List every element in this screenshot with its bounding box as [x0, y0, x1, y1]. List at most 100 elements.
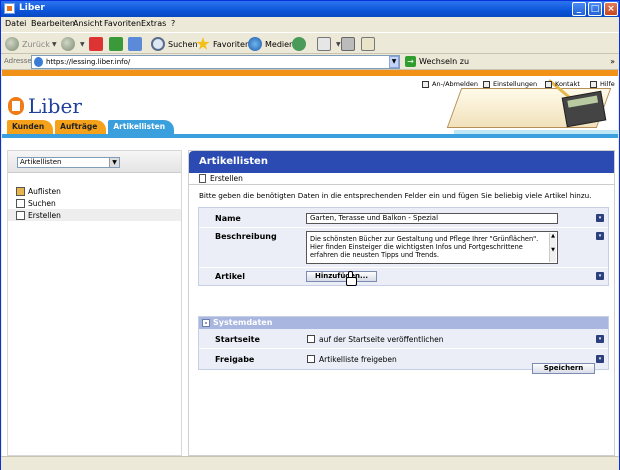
- startseite-row: Startseite auf der Startseite veröffentl…: [199, 329, 608, 349]
- calculator-image: [561, 90, 607, 128]
- close-button[interactable]: ×: [604, 2, 618, 16]
- address-url: https://lessing.liber.info/: [46, 58, 131, 66]
- mail-button[interactable]: ▼: [317, 36, 341, 52]
- tab-auftraege[interactable]: Aufträge: [55, 120, 107, 134]
- new-doc-icon: [199, 174, 206, 183]
- links-chevron[interactable]: »: [610, 57, 615, 66]
- menu-help[interactable]: ?: [171, 19, 175, 28]
- forward-arrow-icon: [61, 37, 75, 51]
- tab-underline: [2, 134, 618, 138]
- freigabe-label: Freigabe: [215, 355, 255, 364]
- contact-link[interactable]: Kontakt: [545, 80, 580, 88]
- sidebar-item-auflisten[interactable]: Auflisten: [16, 185, 61, 197]
- description-label: Beschreibung: [215, 232, 277, 241]
- name-input[interactable]: Garten, Terasse und Balkon - Spezial: [306, 213, 558, 224]
- media-button[interactable]: Medien: [248, 36, 294, 52]
- status-bar: [1, 456, 619, 470]
- history-button[interactable]: [292, 36, 309, 52]
- app-icon: [4, 3, 15, 14]
- chevron-down-icon: ▼: [109, 158, 119, 167]
- articles-label: Artikel: [215, 272, 245, 281]
- articles-row: Artikel Hinzufügen... ▾: [199, 268, 608, 286]
- search-doc-icon: [16, 198, 25, 208]
- subnav-erstellen[interactable]: Erstellen: [189, 173, 614, 185]
- address-bar: Adresse https://lessing.liber.info/ ▼ → …: [1, 54, 619, 70]
- textarea-scrollbar[interactable]: ▲ ▼: [549, 233, 556, 262]
- freigabe-checkbox[interactable]: [307, 355, 315, 363]
- new-doc-icon: [16, 210, 25, 220]
- search-button[interactable]: Suchen: [151, 36, 198, 52]
- list-icon: [16, 186, 25, 196]
- section-title: Systemdaten: [213, 318, 273, 327]
- help-link[interactable]: Hilfe: [590, 80, 615, 88]
- mail-icon: [317, 37, 331, 51]
- expand-icon[interactable]: ▾: [596, 232, 604, 240]
- menu-edit[interactable]: Bearbeiten: [31, 19, 75, 28]
- tab-artikellisten[interactable]: Artikellisten: [108, 120, 175, 134]
- menu-file[interactable]: Datei: [5, 19, 26, 28]
- go-arrow-icon: →: [405, 56, 416, 67]
- refresh-button[interactable]: [109, 36, 126, 52]
- collapse-icon[interactable]: -: [202, 319, 210, 327]
- window-title: Liber: [19, 3, 45, 13]
- back-button[interactable]: Zurück ▼: [5, 36, 57, 52]
- key-icon: [422, 80, 429, 88]
- settings-link[interactable]: Einstellungen: [483, 80, 537, 88]
- ie-page-icon: [34, 57, 43, 67]
- intro-text: Bitte geben die benötigten Daten in die …: [199, 191, 592, 200]
- tab-kunden[interactable]: Kunden: [7, 120, 54, 134]
- address-input[interactable]: https://lessing.liber.info/: [31, 55, 400, 69]
- minimize-button[interactable]: _: [572, 2, 586, 16]
- name-label: Name: [215, 214, 241, 223]
- history-icon: [292, 37, 306, 51]
- save-button[interactable]: Speichern: [532, 363, 595, 374]
- header-stripe: [2, 70, 618, 76]
- menu-view[interactable]: Ansicht: [73, 19, 103, 28]
- back-arrow-icon: [5, 37, 19, 51]
- expand-icon[interactable]: ▾: [596, 214, 604, 222]
- description-row: Beschreibung Die schönsten Bücher zur Ge…: [199, 228, 608, 268]
- menu-tools[interactable]: Extras: [141, 19, 166, 28]
- expand-icon[interactable]: ▾: [596, 355, 604, 363]
- search-icon: [151, 37, 165, 51]
- print-button[interactable]: [341, 36, 358, 52]
- hand-cursor-icon: [346, 271, 357, 286]
- web-page: An-/Abmelden Einstellungen Kontakt Hilfe…: [2, 70, 618, 456]
- sidebar-item-suchen[interactable]: Suchen: [16, 197, 56, 209]
- maximize-button[interactable]: □: [588, 2, 602, 16]
- help-icon: [590, 80, 597, 88]
- stop-button[interactable]: [89, 36, 106, 52]
- expand-icon[interactable]: ▾: [596, 272, 604, 280]
- forward-button[interactable]: ▼: [61, 36, 85, 52]
- expand-icon[interactable]: ▾: [596, 335, 604, 343]
- address-dropdown[interactable]: ▼: [389, 56, 399, 68]
- add-article-button[interactable]: Hinzufügen...: [306, 271, 377, 282]
- star-icon: [196, 37, 210, 50]
- name-row: Name Garten, Terasse und Balkon - Spezia…: [199, 208, 608, 228]
- sidebar-item-erstellen[interactable]: Erstellen: [8, 209, 181, 221]
- article-list-form: Name Garten, Terasse und Balkon - Spezia…: [198, 207, 609, 286]
- settings-icon: [483, 80, 490, 88]
- go-button[interactable]: → Wechseln zu: [405, 56, 469, 67]
- menu-bar: Datei Bearbeiten Ansicht Favoriten Extra…: [1, 17, 619, 49]
- site-logo[interactable]: Liber: [8, 94, 82, 118]
- home-button[interactable]: [128, 36, 145, 52]
- systemdaten-section: - Systemdaten Startseite auf der Startse…: [198, 316, 609, 370]
- stop-icon: [89, 37, 103, 51]
- startseite-checkbox[interactable]: [307, 335, 315, 343]
- browser-window: Liber _ □ × Datei Bearbeiten Ansicht Fav…: [0, 0, 620, 470]
- freigabe-checkbox-label: Artikelliste freigeben: [319, 355, 397, 364]
- main-panel: Artikellisten Erstellen Bitte geben die …: [188, 150, 615, 456]
- browser-toolbar: Zurück ▼ ▼ Suchen Favoriten Medien ▼: [1, 32, 619, 54]
- address-label: Adresse: [4, 57, 32, 65]
- home-icon: [128, 37, 142, 51]
- login-logout-link[interactable]: An-/Abmelden: [422, 80, 478, 88]
- favorites-button[interactable]: Favoriten: [196, 36, 250, 52]
- edit-button[interactable]: [361, 36, 378, 52]
- contact-icon: [545, 80, 552, 88]
- media-icon: [248, 37, 262, 51]
- description-textarea[interactable]: Die schönsten Bücher zur Gestaltung und …: [306, 231, 558, 264]
- menu-favorites[interactable]: Favoriten: [104, 19, 141, 28]
- sidebar-select[interactable]: Artikellisten ▼: [17, 157, 120, 168]
- startseite-checkbox-label: auf der Startseite veröffentlichen: [319, 335, 444, 344]
